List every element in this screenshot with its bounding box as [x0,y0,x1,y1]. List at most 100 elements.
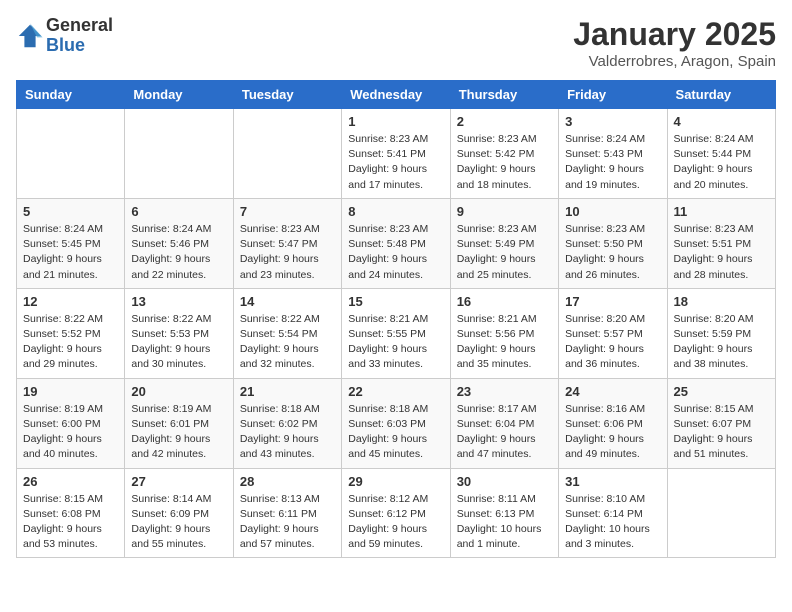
calendar-cell: 6 Sunrise: 8:24 AM Sunset: 5:46 PM Daylig… [125,198,233,288]
weekday-header: Monday [125,81,233,109]
logo: General Blue [16,16,113,56]
day-number: 30 [457,474,552,489]
day-number: 8 [348,204,443,219]
day-number: 9 [457,204,552,219]
calendar-cell: 22 Sunrise: 8:18 AM Sunset: 6:03 PM Dayli… [342,378,450,468]
logo-blue-label: Blue [46,36,113,56]
calendar-cell: 29 Sunrise: 8:12 AM Sunset: 6:12 PM Dayli… [342,468,450,558]
day-number: 20 [131,384,226,399]
day-info: Sunrise: 8:20 AM Sunset: 5:57 PM Dayligh… [565,312,660,373]
calendar-cell: 19 Sunrise: 8:19 AM Sunset: 6:00 PM Dayli… [17,378,125,468]
calendar-cell: 7 Sunrise: 8:23 AM Sunset: 5:47 PM Daylig… [233,198,341,288]
calendar-header-row: SundayMondayTuesdayWednesdayThursdayFrid… [17,81,776,109]
day-info: Sunrise: 8:23 AM Sunset: 5:41 PM Dayligh… [348,132,443,193]
day-info: Sunrise: 8:21 AM Sunset: 5:55 PM Dayligh… [348,312,443,373]
day-info: Sunrise: 8:16 AM Sunset: 6:06 PM Dayligh… [565,402,660,463]
calendar-cell: 30 Sunrise: 8:11 AM Sunset: 6:13 PM Dayli… [450,468,558,558]
calendar-cell: 15 Sunrise: 8:21 AM Sunset: 5:55 PM Dayli… [342,288,450,378]
day-info: Sunrise: 8:24 AM Sunset: 5:44 PM Dayligh… [674,132,769,193]
calendar-cell: 17 Sunrise: 8:20 AM Sunset: 5:57 PM Dayli… [559,288,667,378]
calendar-cell: 8 Sunrise: 8:23 AM Sunset: 5:48 PM Daylig… [342,198,450,288]
day-number: 4 [674,114,769,129]
day-info: Sunrise: 8:14 AM Sunset: 6:09 PM Dayligh… [131,492,226,553]
day-info: Sunrise: 8:21 AM Sunset: 5:56 PM Dayligh… [457,312,552,373]
day-info: Sunrise: 8:11 AM Sunset: 6:13 PM Dayligh… [457,492,552,553]
day-number: 2 [457,114,552,129]
title-block: January 2025 Valderrobres, Aragon, Spain [573,16,776,70]
day-info: Sunrise: 8:18 AM Sunset: 6:02 PM Dayligh… [240,402,335,463]
day-info: Sunrise: 8:12 AM Sunset: 6:12 PM Dayligh… [348,492,443,553]
calendar-cell: 9 Sunrise: 8:23 AM Sunset: 5:49 PM Daylig… [450,198,558,288]
calendar-cell [125,109,233,199]
day-info: Sunrise: 8:20 AM Sunset: 5:59 PM Dayligh… [674,312,769,373]
day-number: 5 [23,204,118,219]
weekday-header: Tuesday [233,81,341,109]
day-number: 10 [565,204,660,219]
calendar-cell: 23 Sunrise: 8:17 AM Sunset: 6:04 PM Dayli… [450,378,558,468]
day-info: Sunrise: 8:15 AM Sunset: 6:07 PM Dayligh… [674,402,769,463]
weekday-header: Friday [559,81,667,109]
weekday-header: Wednesday [342,81,450,109]
calendar-cell: 2 Sunrise: 8:23 AM Sunset: 5:42 PM Daylig… [450,109,558,199]
day-info: Sunrise: 8:23 AM Sunset: 5:42 PM Dayligh… [457,132,552,193]
day-info: Sunrise: 8:22 AM Sunset: 5:52 PM Dayligh… [23,312,118,373]
day-info: Sunrise: 8:24 AM Sunset: 5:43 PM Dayligh… [565,132,660,193]
day-number: 3 [565,114,660,129]
calendar-cell: 10Sunrise: 8:23 AM Sunset: 5:50 PM Dayli… [559,198,667,288]
day-info: Sunrise: 8:10 AM Sunset: 6:14 PM Dayligh… [565,492,660,553]
weekday-header: Saturday [667,81,775,109]
day-number: 16 [457,294,552,309]
calendar-cell: 21 Sunrise: 8:18 AM Sunset: 6:02 PM Dayli… [233,378,341,468]
day-info: Sunrise: 8:18 AM Sunset: 6:03 PM Dayligh… [348,402,443,463]
location-label: Valderrobres, Aragon, Spain [573,53,776,70]
day-number: 14 [240,294,335,309]
day-info: Sunrise: 8:23 AM Sunset: 5:49 PM Dayligh… [457,222,552,283]
day-info: Sunrise: 8:24 AM Sunset: 5:45 PM Dayligh… [23,222,118,283]
day-number: 23 [457,384,552,399]
calendar-cell [667,468,775,558]
day-info: Sunrise: 8:23 AM Sunset: 5:51 PM Dayligh… [674,222,769,283]
calendar-week-row: 19 Sunrise: 8:19 AM Sunset: 6:00 PM Dayli… [17,378,776,468]
calendar-cell: 14Sunrise: 8:22 AM Sunset: 5:54 PM Dayli… [233,288,341,378]
calendar-cell: 16 Sunrise: 8:21 AM Sunset: 5:56 PM Dayli… [450,288,558,378]
day-number: 22 [348,384,443,399]
calendar-week-row: 26 Sunrise: 8:15 AM Sunset: 6:08 PM Dayli… [17,468,776,558]
day-number: 7 [240,204,335,219]
day-number: 29 [348,474,443,489]
calendar-week-row: 5 Sunrise: 8:24 AM Sunset: 5:45 PM Daylig… [17,198,776,288]
day-info: Sunrise: 8:23 AM Sunset: 5:47 PM Dayligh… [240,222,335,283]
day-number: 21 [240,384,335,399]
day-number: 17 [565,294,660,309]
day-info: Sunrise: 8:13 AM Sunset: 6:11 PM Dayligh… [240,492,335,553]
page-header: General Blue January 2025 Valderrobres, … [16,16,776,70]
day-info: Sunrise: 8:17 AM Sunset: 6:04 PM Dayligh… [457,402,552,463]
calendar-cell: 4 Sunrise: 8:24 AM Sunset: 5:44 PM Daylig… [667,109,775,199]
calendar-cell: 27Sunrise: 8:14 AM Sunset: 6:09 PM Dayli… [125,468,233,558]
calendar-week-row: 12Sunrise: 8:22 AM Sunset: 5:52 PM Dayli… [17,288,776,378]
day-info: Sunrise: 8:23 AM Sunset: 5:48 PM Dayligh… [348,222,443,283]
calendar-cell: 26 Sunrise: 8:15 AM Sunset: 6:08 PM Dayli… [17,468,125,558]
logo-text: General Blue [46,16,113,56]
day-number: 11 [674,204,769,219]
day-number: 19 [23,384,118,399]
day-info: Sunrise: 8:15 AM Sunset: 6:08 PM Dayligh… [23,492,118,553]
day-info: Sunrise: 8:22 AM Sunset: 5:53 PM Dayligh… [131,312,226,373]
calendar-cell: 11 Sunrise: 8:23 AM Sunset: 5:51 PM Dayli… [667,198,775,288]
day-number: 6 [131,204,226,219]
day-number: 31 [565,474,660,489]
day-info: Sunrise: 8:24 AM Sunset: 5:46 PM Dayligh… [131,222,226,283]
calendar-cell: 1 Sunrise: 8:23 AM Sunset: 5:41 PM Daylig… [342,109,450,199]
logo-icon [16,22,44,50]
day-number: 25 [674,384,769,399]
calendar-cell [17,109,125,199]
weekday-header: Thursday [450,81,558,109]
calendar-cell: 31 Sunrise: 8:10 AM Sunset: 6:14 PM Dayli… [559,468,667,558]
day-number: 1 [348,114,443,129]
day-info: Sunrise: 8:19 AM Sunset: 6:00 PM Dayligh… [23,402,118,463]
calendar-cell: 3 Sunrise: 8:24 AM Sunset: 5:43 PM Daylig… [559,109,667,199]
day-number: 28 [240,474,335,489]
day-number: 15 [348,294,443,309]
calendar-cell: 13Sunrise: 8:22 AM Sunset: 5:53 PM Dayli… [125,288,233,378]
month-title: January 2025 [573,16,776,53]
day-number: 26 [23,474,118,489]
